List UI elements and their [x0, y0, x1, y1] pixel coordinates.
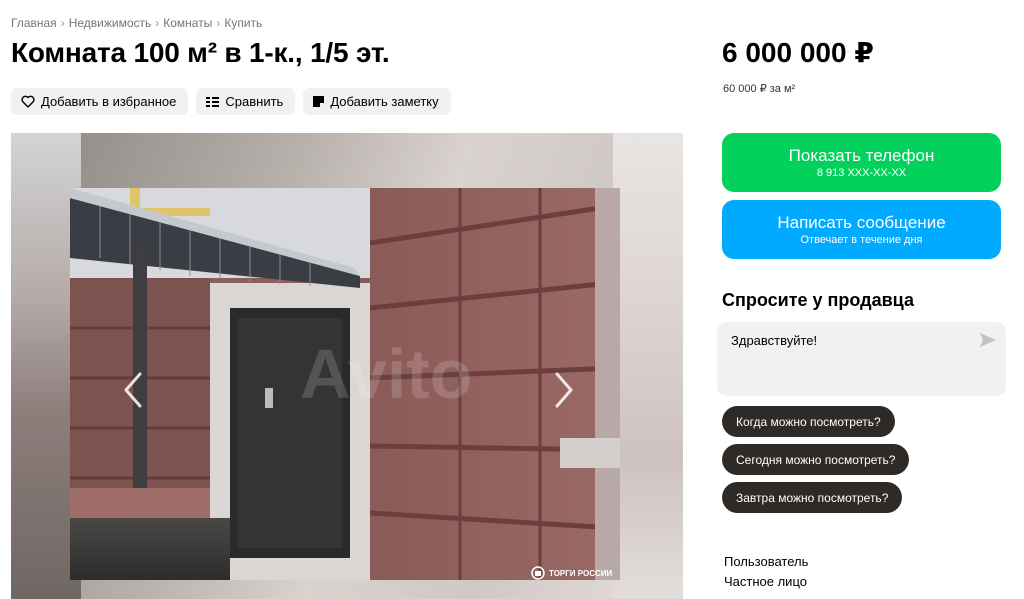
building-entrance-image: Avito	[70, 188, 620, 580]
add-note-button[interactable]: Добавить заметку	[303, 88, 451, 115]
seller-name[interactable]: Пользователь	[724, 552, 808, 572]
send-icon[interactable]	[980, 333, 996, 352]
seller-type: Частное лицо	[724, 574, 807, 589]
ask-seller-input[interactable]	[731, 333, 971, 348]
breadcrumb-rooms[interactable]: Комнаты	[163, 16, 212, 30]
gallery-prev-button[interactable]	[118, 370, 148, 410]
compare-button[interactable]: Сравнить	[196, 88, 296, 115]
torgi-logo-icon	[531, 566, 545, 580]
show-phone-label: Показать телефон	[788, 145, 935, 165]
compare-label: Сравнить	[225, 94, 284, 109]
chevron-right-icon	[555, 372, 573, 408]
breadcrumb-separator: ›	[155, 16, 160, 30]
breadcrumb-separator: ›	[60, 16, 65, 30]
add-to-favorites-label: Добавить в избранное	[41, 94, 177, 109]
quick-question-button[interactable]: Завтра можно посмотреть?	[722, 482, 903, 513]
listing-page: Главная › Недвижимость › Комнаты › Купить Комн…	[0, 0, 1024, 599]
write-message-label: Написать сообщение	[777, 212, 946, 232]
add-to-favorites-button[interactable]: Добавить в избранное	[11, 88, 189, 115]
breadcrumb-home[interactable]: Главная	[11, 16, 57, 30]
quick-question-button[interactable]: Сегодня можно посмотреть?	[722, 444, 910, 475]
watermark-text: Avito	[300, 335, 472, 413]
ask-seller-title: Спросите у продавца	[722, 290, 914, 310]
price-per-square-meter: 60 000 ₽ за м²	[723, 83, 796, 95]
price-total: 6 000 000 ₽	[722, 37, 874, 68]
note-icon	[313, 96, 325, 107]
heart-icon	[21, 95, 35, 108]
add-note-label: Добавить заметку	[330, 94, 439, 109]
breadcrumb-real-estate[interactable]: Недвижимость	[69, 16, 152, 30]
seller-info: Пользователь Частное лицо	[724, 552, 808, 592]
breadcrumb: Главная › Недвижимость › Комнаты › Купить	[11, 15, 262, 31]
breadcrumb-separator: ›	[216, 16, 221, 30]
page-title: Комната 100 м² в 1-к., 1/5 эт.	[11, 37, 390, 68]
listing-actions: Добавить в избранное Сравнить Добавить з…	[11, 88, 451, 115]
show-phone-button[interactable]: Показать телефон 8 913 XXX-XX-XX	[722, 133, 1001, 192]
reply-time-label: Отвечает в течение дня	[800, 233, 923, 246]
photo-source-logo: ТОРГИ РОССИИ	[531, 566, 612, 580]
ask-seller-box	[717, 322, 1006, 396]
compare-icon	[206, 96, 220, 107]
quick-question-button[interactable]: Когда можно посмотреть?	[722, 406, 895, 437]
gallery-blur-right	[613, 133, 683, 599]
breadcrumb-buy[interactable]: Купить	[224, 16, 262, 30]
write-message-button[interactable]: Написать сообщение Отвечает в течение дн…	[722, 200, 1001, 259]
photo-source-label: ТОРГИ РОССИИ	[549, 568, 613, 578]
phone-masked: 8 913 XXX-XX-XX	[816, 166, 907, 179]
listing-photo[interactable]: Avito	[70, 188, 620, 580]
photo-gallery: Avito ТОРГИ РОССИИ	[11, 133, 683, 599]
gallery-next-button[interactable]	[549, 370, 579, 410]
chevron-left-icon	[124, 372, 142, 408]
